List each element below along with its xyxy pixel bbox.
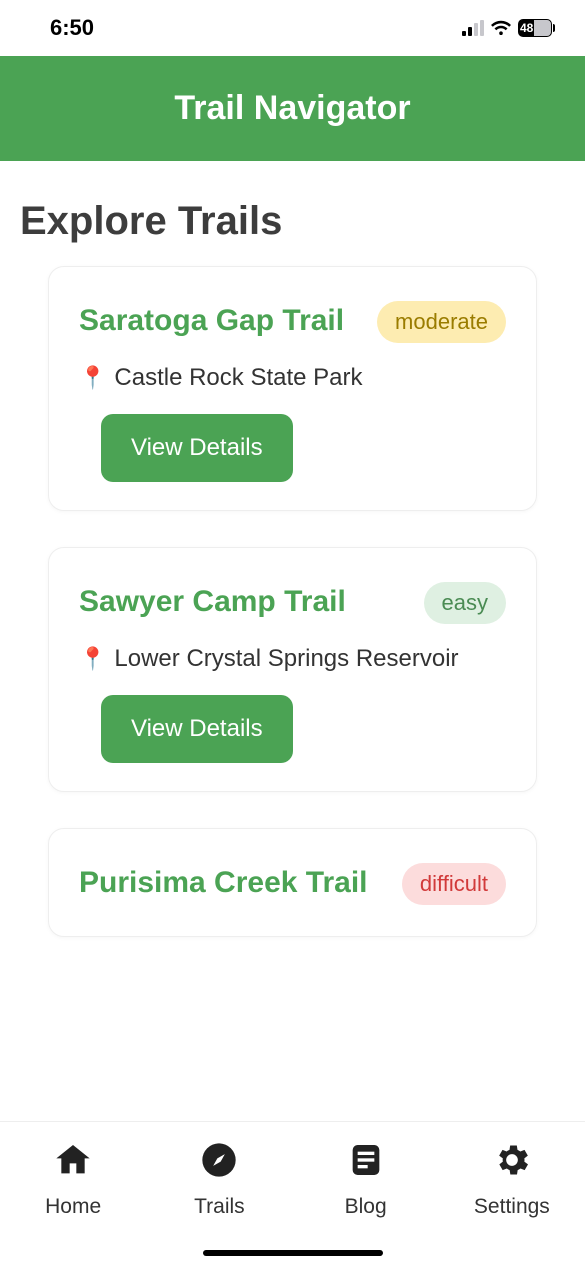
tab-label: Home (45, 1195, 101, 1219)
document-icon (346, 1140, 386, 1185)
trail-card: Sawyer Camp Trail easy 📍 Lower Crystal S… (48, 547, 537, 792)
difficulty-badge: easy (424, 582, 506, 624)
status-right: 48 (462, 19, 555, 37)
tab-settings[interactable]: Settings (452, 1140, 572, 1219)
difficulty-badge: difficult (402, 863, 506, 905)
location-text: Castle Rock State Park (114, 364, 362, 392)
home-indicator (203, 1250, 383, 1256)
pin-icon: 📍 (79, 646, 106, 672)
gear-icon (492, 1140, 532, 1185)
tab-blog[interactable]: Blog (306, 1140, 426, 1219)
pin-icon: 📍 (79, 365, 106, 391)
app-header: Trail Navigator (0, 56, 585, 161)
card-top: Saratoga Gap Trail moderate (79, 295, 506, 346)
home-icon (53, 1140, 93, 1185)
tab-label: Settings (474, 1195, 550, 1219)
location-text: Lower Crystal Springs Reservoir (114, 645, 458, 673)
tab-home[interactable]: Home (13, 1140, 133, 1219)
compass-icon (199, 1140, 239, 1185)
status-time: 6:50 (50, 15, 94, 41)
card-top: Purisima Creek Trail difficult (79, 857, 506, 908)
wifi-icon (490, 20, 512, 36)
trail-card: Purisima Creek Trail difficult (48, 828, 537, 937)
tab-bar: Home Trails Blog Settings (0, 1121, 585, 1266)
tab-trails[interactable]: Trails (159, 1140, 279, 1219)
view-details-button[interactable]: View Details (101, 695, 293, 763)
view-details-button[interactable]: View Details (101, 414, 293, 482)
tab-label: Blog (345, 1195, 387, 1219)
content: Explore Trails Saratoga Gap Trail modera… (0, 161, 585, 1121)
battery-percent: 48 (519, 20, 534, 36)
trail-name: Saratoga Gap Trail (79, 295, 344, 346)
trail-name: Sawyer Camp Trail (79, 576, 346, 627)
app-title: Trail Navigator (174, 89, 410, 128)
difficulty-badge: moderate (377, 301, 506, 343)
trail-card: Saratoga Gap Trail moderate 📍 Castle Roc… (48, 266, 537, 511)
battery-icon: 48 (518, 19, 555, 37)
tab-label: Trails (194, 1195, 245, 1219)
trail-location: 📍 Lower Crystal Springs Reservoir (79, 645, 506, 673)
page-title: Explore Trails (20, 199, 565, 244)
trail-location: 📍 Castle Rock State Park (79, 364, 506, 392)
trail-name: Purisima Creek Trail (79, 857, 368, 908)
status-bar: 6:50 48 (0, 0, 585, 56)
cellular-icon (462, 20, 484, 36)
card-top: Sawyer Camp Trail easy (79, 576, 506, 627)
